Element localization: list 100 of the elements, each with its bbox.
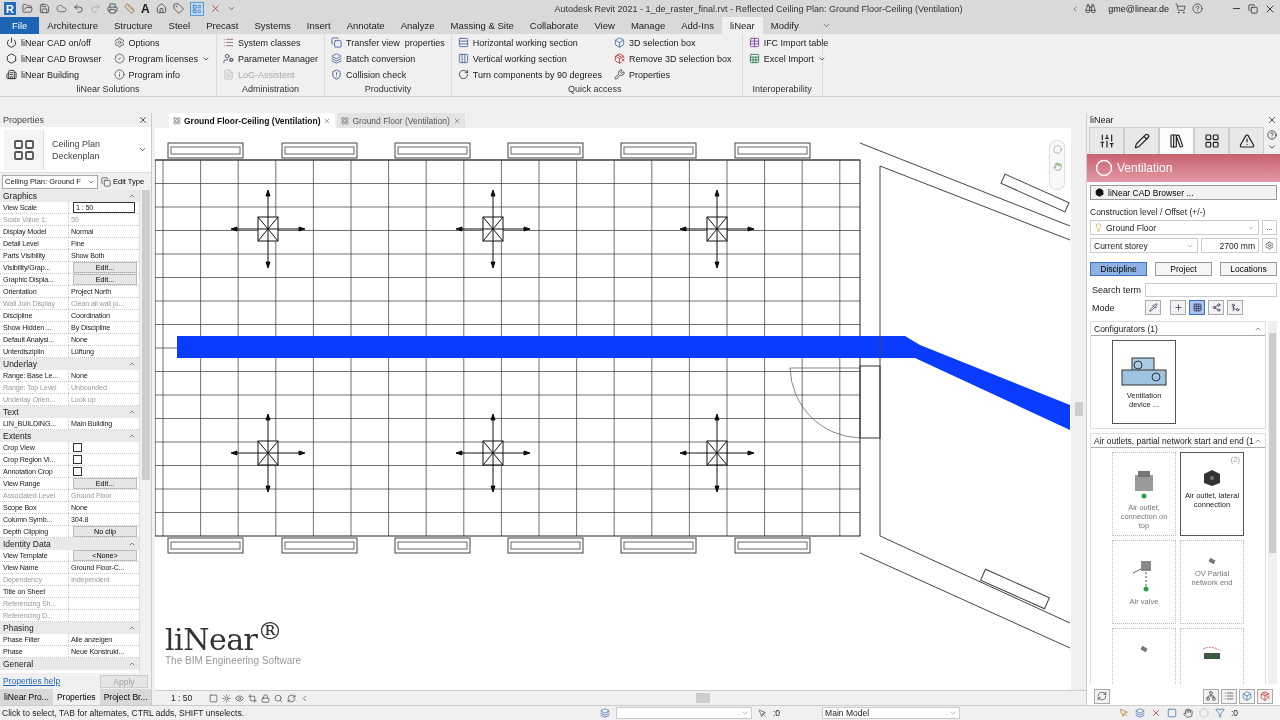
tool-button[interactable] <box>1203 688 1219 704</box>
ribbon-button[interactable]: liNear Building <box>6 68 102 81</box>
scrollbar[interactable] <box>1268 321 1277 684</box>
ribbon-button[interactable]: Parameter Manager <box>223 52 319 65</box>
thin-lines-button[interactable] <box>189 1 204 16</box>
filter-tab[interactable]: Discipline <box>1090 262 1147 276</box>
ribbon-tab[interactable]: Manage <box>622 17 674 34</box>
model-dropdown[interactable]: Main Model <box>822 707 961 719</box>
ribbon-button[interactable]: Excel Import <box>748 52 829 65</box>
section-header[interactable]: Extents <box>0 430 139 442</box>
app-logo[interactable]: R <box>4 2 16 15</box>
ribbon-button[interactable]: IFC Import table <box>748 36 829 49</box>
document-tab[interactable]: Ground Floor (Ventilation) <box>337 113 465 128</box>
panel-toggle-icon[interactable] <box>821 21 831 30</box>
ribbon-tab[interactable]: Massing & Site <box>442 17 522 34</box>
search-icon[interactable] <box>274 693 283 703</box>
ribbon-tab[interactable]: Insert <box>298 17 339 34</box>
collapse-icon[interactable] <box>128 432 136 440</box>
restore-icon[interactable] <box>1248 3 1258 14</box>
undo-icon[interactable] <box>73 3 84 14</box>
ribbon-button[interactable]: liNear CAD Browser <box>6 52 102 65</box>
properties-help-link[interactable]: Properties help <box>3 676 61 686</box>
panel-tab[interactable]: Project Br... <box>99 689 152 705</box>
collapse-icon[interactable] <box>128 624 136 632</box>
hand-icon[interactable] <box>1052 162 1062 171</box>
storey-dropdown[interactable]: Current storey <box>1090 238 1198 253</box>
cad-browser-button[interactable]: liNear CAD Browser ... <box>1090 185 1277 200</box>
ribbon-button[interactable]: Options <box>113 36 211 49</box>
printer-icon[interactable] <box>107 3 118 14</box>
section-header[interactable]: Graphics <box>0 190 139 202</box>
view-scale[interactable]: 1 : 50 <box>171 693 205 703</box>
close-icon[interactable] <box>1267 115 1277 125</box>
more-button[interactable]: ... <box>1262 220 1277 235</box>
scrollbar[interactable] <box>139 190 151 673</box>
level-dropdown[interactable]: Ground Floor <box>1090 220 1259 235</box>
pointer-icon[interactable] <box>758 708 767 718</box>
section-header[interactable]: Identity Data <box>0 538 139 550</box>
ruler-icon[interactable] <box>124 3 135 14</box>
ribbon-button[interactable]: Collision check <box>331 68 445 81</box>
caret-icon[interactable] <box>226 4 236 13</box>
filter-icon[interactable] <box>1214 708 1225 718</box>
section-header[interactable]: Phasing <box>0 622 139 634</box>
checkbox[interactable] <box>73 455 82 464</box>
search-field[interactable] <box>1145 283 1277 297</box>
collapse-icon[interactable] <box>128 192 136 200</box>
ribbon-tab[interactable]: Modify <box>762 17 807 34</box>
ribbon-button[interactable]: Horizontal working section <box>457 36 603 49</box>
ribbon-tab[interactable]: Structure <box>106 17 161 34</box>
user-account[interactable]: gme@linear.de <box>1108 3 1169 14</box>
ribbon-tab[interactable]: Precast <box>198 17 247 34</box>
help-icon[interactable] <box>1267 129 1277 140</box>
text-tool[interactable]: A <box>141 1 150 16</box>
tool-button[interactable] <box>1239 688 1255 704</box>
tag-icon[interactable] <box>172 3 184 14</box>
ribbon-button[interactable]: Vertical working section <box>457 52 603 65</box>
collapse-icon[interactable] <box>128 408 136 416</box>
ribbon-button[interactable]: Batch conversion <box>331 52 445 65</box>
tool-button[interactable] <box>1257 688 1273 704</box>
ribbon-button[interactable]: Program licenses <box>113 52 211 65</box>
filter-tab[interactable]: Locations <box>1220 262 1277 276</box>
ribbon-tab[interactable]: Annotate <box>338 17 393 34</box>
checkbox[interactable] <box>73 467 82 476</box>
section-header[interactable]: General <box>0 658 139 670</box>
panel-tab[interactable]: Properties <box>52 689 100 705</box>
save-icon[interactable] <box>39 3 50 14</box>
ribbon-button[interactable]: liNear CAD on/off <box>6 36 102 49</box>
cloud-icon[interactable] <box>56 3 67 14</box>
binoculars-icon[interactable] <box>1085 3 1097 14</box>
ribbon-tab[interactable]: Steel <box>160 17 199 34</box>
ribbon-tab[interactable]: Architecture <box>39 17 106 34</box>
caret-icon[interactable] <box>300 693 309 703</box>
ribbon-tab[interactable]: Collaborate <box>521 17 587 34</box>
ribbon-tab[interactable]: liNear <box>721 17 763 34</box>
ribbon-tab[interactable]: View <box>586 17 623 34</box>
ribbon-button[interactable]: Remove 3D selection box <box>614 52 732 65</box>
mode-button[interactable] <box>1208 300 1224 315</box>
type-selector[interactable]: Ceiling Plan Deckenplan <box>0 127 151 173</box>
square-icon[interactable] <box>209 693 218 703</box>
panel-tab[interactable]: liNear Pro... <box>0 689 53 705</box>
mode-button[interactable] <box>1189 300 1205 315</box>
ribbon-button[interactable]: Program info <box>113 68 211 81</box>
mode-button[interactable] <box>1170 300 1186 315</box>
ribbon-tab[interactable]: Systems <box>246 17 299 34</box>
ribbon-button[interactable]: Transfer view properties <box>331 36 445 49</box>
icon-tab[interactable] <box>1124 127 1159 154</box>
house-icon[interactable] <box>155 3 167 14</box>
eye-icon[interactable] <box>235 693 244 703</box>
ribbon-button[interactable]: Properties <box>614 68 732 81</box>
lock-icon[interactable] <box>261 693 270 703</box>
collapse-icon[interactable] <box>128 360 136 368</box>
icon-tab[interactable] <box>1089 127 1124 154</box>
checkbox[interactable] <box>73 443 82 452</box>
section-header[interactable]: Underlay <box>0 358 139 370</box>
section-header[interactable]: Text <box>0 406 139 418</box>
collapse-icon[interactable] <box>128 660 136 668</box>
group-header[interactable]: Air outlets, partial network start and end (1 <box>1091 434 1265 448</box>
group-header[interactable]: Configurators (1) <box>1091 322 1265 336</box>
mode-button[interactable] <box>1227 300 1243 315</box>
cart-icon[interactable] <box>1175 3 1186 14</box>
help-icon[interactable] <box>1192 3 1203 14</box>
